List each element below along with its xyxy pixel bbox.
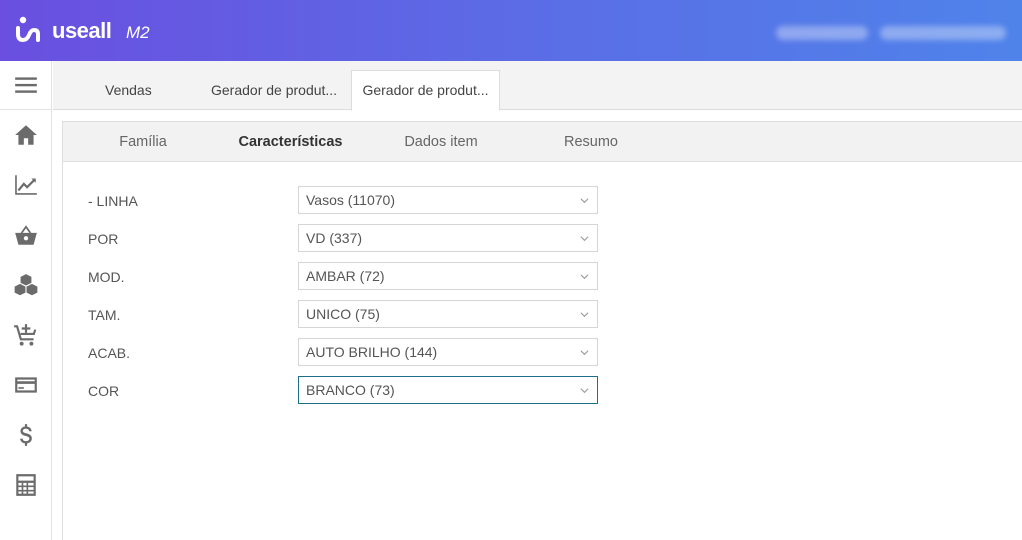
chevron-down-icon [580, 274, 589, 280]
basket-icon [15, 225, 37, 245]
acab-label: ACAB. [88, 345, 131, 361]
por-label: POR [88, 231, 119, 247]
dollar-icon [20, 424, 32, 446]
sidebar [0, 61, 52, 540]
sidebar-menu-button[interactable] [0, 61, 52, 110]
step-resumo[interactable]: Resumo [551, 122, 631, 162]
sidebar-item-add-to-cart[interactable] [0, 310, 52, 360]
mod-label: MOD. [88, 269, 125, 285]
cor-value: BRANCO (73) [306, 382, 395, 398]
step-familia[interactable]: Família [103, 122, 183, 162]
sidebar-item-basket[interactable] [0, 210, 52, 260]
tab-gerador-produto-2[interactable]: Gerador de produt... [351, 70, 500, 111]
wizard-steps: Família Características Dados item Resum… [63, 122, 1022, 162]
sidebar-item-home[interactable] [0, 110, 52, 160]
mod-select[interactable]: AMBAR (72) [298, 262, 598, 290]
sidebar-item-products[interactable] [0, 260, 52, 310]
tam-label: TAM. [88, 307, 121, 323]
user-info-redacted[interactable] [776, 26, 868, 40]
cor-label: COR [88, 383, 120, 399]
calculator-icon [16, 474, 36, 496]
cor-select[interactable]: BRANCO (73) [298, 376, 598, 404]
boxes-icon [14, 274, 38, 296]
app-header: useall M2 [0, 0, 1022, 61]
sidebar-item-calculator[interactable] [0, 460, 52, 510]
useall-logo-icon [16, 16, 40, 43]
chevron-down-icon [580, 388, 589, 394]
product-name: M2 [126, 23, 150, 42]
tab-bar: Vendas Gerador de produt... Gerador de p… [53, 61, 1022, 111]
brand-name: useall [52, 18, 112, 43]
sidebar-item-finance[interactable] [0, 410, 52, 460]
acab-value: AUTO BRILHO (144) [306, 344, 438, 360]
cart-add-icon [14, 324, 37, 346]
card-icon [15, 377, 37, 393]
chevron-down-icon [580, 312, 589, 318]
tab-vendas[interactable]: Vendas [95, 70, 157, 110]
chevron-down-icon [580, 236, 589, 242]
sidebar-item-charts[interactable] [0, 160, 52, 210]
step-dados-item[interactable]: Dados item [393, 122, 489, 162]
chevron-down-icon [580, 198, 589, 204]
sidebar-item-payments[interactable] [0, 360, 52, 410]
chart-icon [15, 175, 37, 195]
step-caracteristicas[interactable]: Características [233, 122, 348, 162]
por-value: VD (337) [306, 230, 363, 246]
linha-select[interactable]: Vasos (11070) [298, 186, 598, 214]
wizard-panel: Família Características Dados item Resum… [62, 121, 1022, 540]
company-info-redacted[interactable] [880, 26, 1006, 40]
menu-icon [15, 77, 37, 93]
acab-select[interactable]: AUTO BRILHO (144) [298, 338, 598, 366]
home-icon [15, 125, 37, 145]
linha-value: Vasos (11070) [306, 192, 395, 208]
tam-value: UNICO (75) [306, 306, 380, 322]
mod-value: AMBAR (72) [306, 268, 385, 284]
tam-select[interactable]: UNICO (75) [298, 300, 598, 328]
chevron-down-icon [580, 350, 589, 356]
tab-gerador-produto-1[interactable]: Gerador de produt... [201, 70, 337, 110]
por-select[interactable]: VD (337) [298, 224, 598, 252]
linha-label: - LINHA [88, 193, 138, 209]
